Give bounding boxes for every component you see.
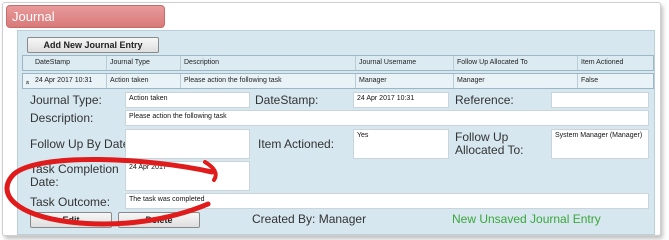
col-datestamp[interactable]: DateStamp	[23, 56, 106, 70]
row-description: Please action the following task	[180, 74, 355, 88]
follow-up-allocated-field[interactable]: System Manager (Manager)	[551, 129, 649, 159]
col-description[interactable]: Description	[180, 56, 355, 70]
item-actioned-field[interactable]: Yes	[353, 129, 449, 159]
reference-field[interactable]	[551, 92, 649, 108]
follow-up-by-date-label: Follow Up By Date:	[30, 137, 133, 151]
grid-header: DateStamp Journal Type Description Journ…	[22, 55, 654, 71]
follow-up-allocated-label: Follow Up Allocated To:	[455, 130, 524, 157]
journal-page: Journal Add New Journal Entry DateStamp …	[0, 0, 669, 240]
item-actioned-label: Item Actioned:	[258, 137, 335, 151]
row-item-actioned: False	[577, 74, 653, 88]
col-journal-type[interactable]: Journal Type	[106, 56, 180, 70]
reference-label: Reference:	[455, 93, 514, 107]
created-by-text: Created By: Manager	[252, 212, 367, 226]
row-datestamp: 24 Apr 2017 10:31	[35, 77, 93, 84]
table-row[interactable]: » 24 Apr 2017 10:31 Action taken Please …	[22, 73, 654, 89]
datestamp-label: DateStamp:	[255, 93, 319, 107]
journal-type-field[interactable]: Action taken	[125, 92, 250, 108]
description-label: Description:	[30, 111, 94, 125]
row-follow-up-allocated: Manager	[453, 74, 577, 88]
description-field[interactable]: Please action the following task	[125, 110, 649, 126]
col-follow-up-allocated[interactable]: Follow Up Allocated To	[453, 56, 577, 70]
status-text: New Unsaved Journal Entry	[452, 212, 601, 226]
datestamp-field[interactable]: 24 Apr 2017 10:31	[353, 92, 449, 108]
journal-tab[interactable]: Journal	[6, 5, 165, 28]
col-journal-username[interactable]: Journal Username	[355, 56, 453, 70]
row-journal-username: Manager	[355, 74, 453, 88]
add-journal-entry-button[interactable]: Add New Journal Entry	[27, 37, 159, 53]
row-journal-type: Action taken	[106, 74, 180, 88]
journal-type-label: Journal Type:	[30, 93, 102, 107]
annotation-ellipse	[4, 156, 218, 227]
col-item-actioned[interactable]: Item Actioned	[577, 56, 653, 70]
